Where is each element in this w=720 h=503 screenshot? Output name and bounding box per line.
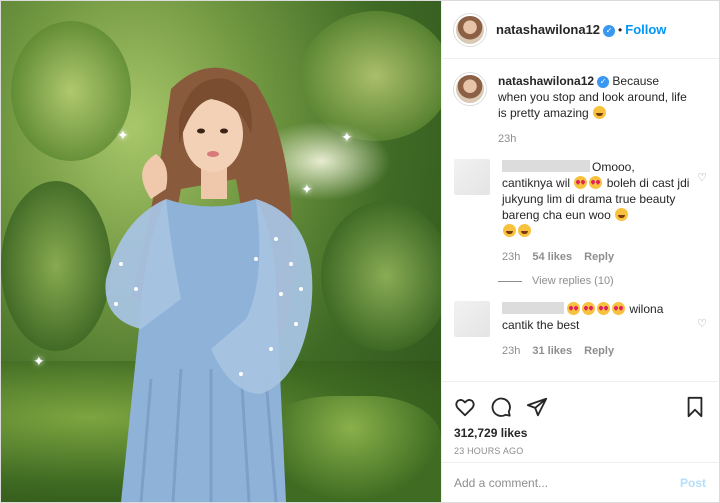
grinning-emoji-icon [518, 224, 531, 237]
comment-text: Omooo, [592, 160, 635, 174]
separator-dot: • [618, 23, 623, 37]
heart-eyes-emoji-icon [582, 302, 595, 315]
post-photo[interactable]: ✦ ✦ ✦ ✦ [1, 1, 441, 502]
follow-button[interactable]: Follow [625, 22, 666, 37]
add-comment-bar: Post [442, 462, 718, 502]
grinning-emoji-icon [615, 208, 629, 221]
comment-likes[interactable]: 31 likes [532, 343, 572, 359]
caption-row: natashawilona12 ✓ Because when you stop a… [454, 73, 707, 147]
smiling-emoji-icon [593, 106, 607, 119]
comment-text: cantiknya wil [502, 176, 571, 190]
comments-list: natashawilona12 ✓ Because when you stop a… [442, 59, 719, 381]
avatar[interactable] [454, 73, 486, 105]
like-comment-heart-icon[interactable]: ♡ [697, 171, 707, 184]
heart-eyes-emoji-icon [597, 302, 610, 315]
divider [498, 280, 522, 282]
avatar[interactable] [454, 301, 490, 337]
like-count[interactable]: 312,729 likes [454, 426, 706, 440]
post-comment-button[interactable]: Post [680, 476, 706, 490]
share-icon[interactable] [526, 396, 548, 418]
bookmark-icon[interactable] [684, 396, 706, 418]
comment-row: Omooo, cantiknya wil boleh di cast jdi j… [454, 159, 707, 265]
like-comment-heart-icon[interactable]: ♡ [697, 317, 707, 330]
sparkle-icon: ✦ [117, 127, 129, 143]
redacted-username [502, 302, 564, 314]
woman-in-blue-dress [105, 67, 313, 502]
comment-icon[interactable] [490, 396, 512, 418]
heart-icon[interactable] [454, 396, 476, 418]
grinning-emoji-icon [503, 224, 516, 237]
comment-text: cantik the best [502, 318, 580, 332]
avatar[interactable] [454, 159, 490, 195]
comment-time[interactable]: 23h [502, 249, 520, 265]
view-replies-label[interactable]: View replies (10) [532, 275, 614, 287]
verified-badge-icon: ✓ [603, 25, 616, 37]
heart-eyes-emoji-icon [567, 302, 580, 315]
post-details-panel: natashawilona12 ✓ • Follow natashawilona12 ✓… [441, 1, 719, 502]
caption-username[interactable]: natashawilona12 [498, 74, 594, 88]
heart-eyes-emoji-icon [574, 176, 588, 189]
comment-time[interactable]: 23h [502, 343, 520, 359]
view-replies-button[interactable]: View replies (10) [498, 275, 707, 287]
post-header: natashawilona12 ✓ • Follow [442, 1, 719, 59]
avatar[interactable] [454, 13, 486, 46]
comment-likes[interactable]: 54 likes [532, 249, 572, 265]
sparkle-icon: ✦ [341, 129, 353, 145]
reply-button[interactable]: Reply [584, 343, 614, 359]
comment-text: wilona [629, 302, 664, 316]
instagram-post-modal: ✦ ✦ ✦ ✦ natashawilona12 ✓ • Follow natashaw… [0, 0, 720, 503]
username[interactable]: natashawilona12 [496, 22, 600, 37]
caption-time[interactable]: 23h [498, 131, 516, 147]
post-timestamp[interactable]: 23 HOURS AGO [454, 446, 706, 456]
redacted-username [502, 160, 590, 172]
sparkle-icon: ✦ [33, 353, 45, 369]
verified-badge-icon: ✓ [597, 76, 610, 88]
post-actions: 312,729 likes 23 HOURS AGO [442, 381, 718, 456]
comment-row: wilona cantik the best 23h 31 likes Repl… [454, 301, 707, 359]
heart-eyes-emoji-icon [589, 176, 603, 189]
reply-button[interactable]: Reply [584, 249, 614, 265]
sparkle-icon: ✦ [301, 181, 313, 197]
heart-eyes-emoji-icon [612, 302, 625, 315]
add-comment-input[interactable] [454, 475, 680, 490]
